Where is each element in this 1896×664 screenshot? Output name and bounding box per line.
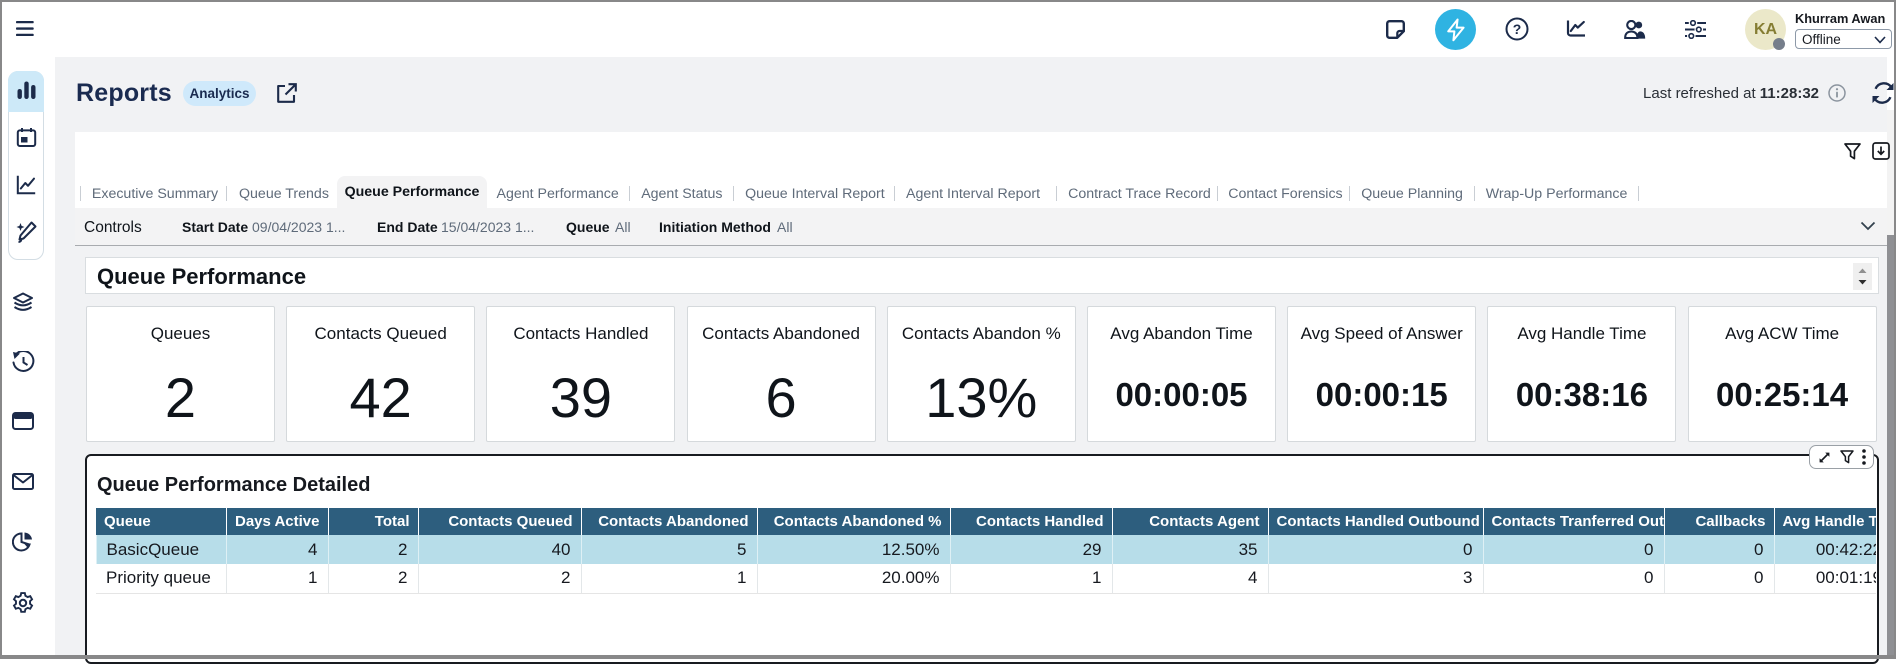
svg-text:?: ?	[1513, 21, 1522, 37]
